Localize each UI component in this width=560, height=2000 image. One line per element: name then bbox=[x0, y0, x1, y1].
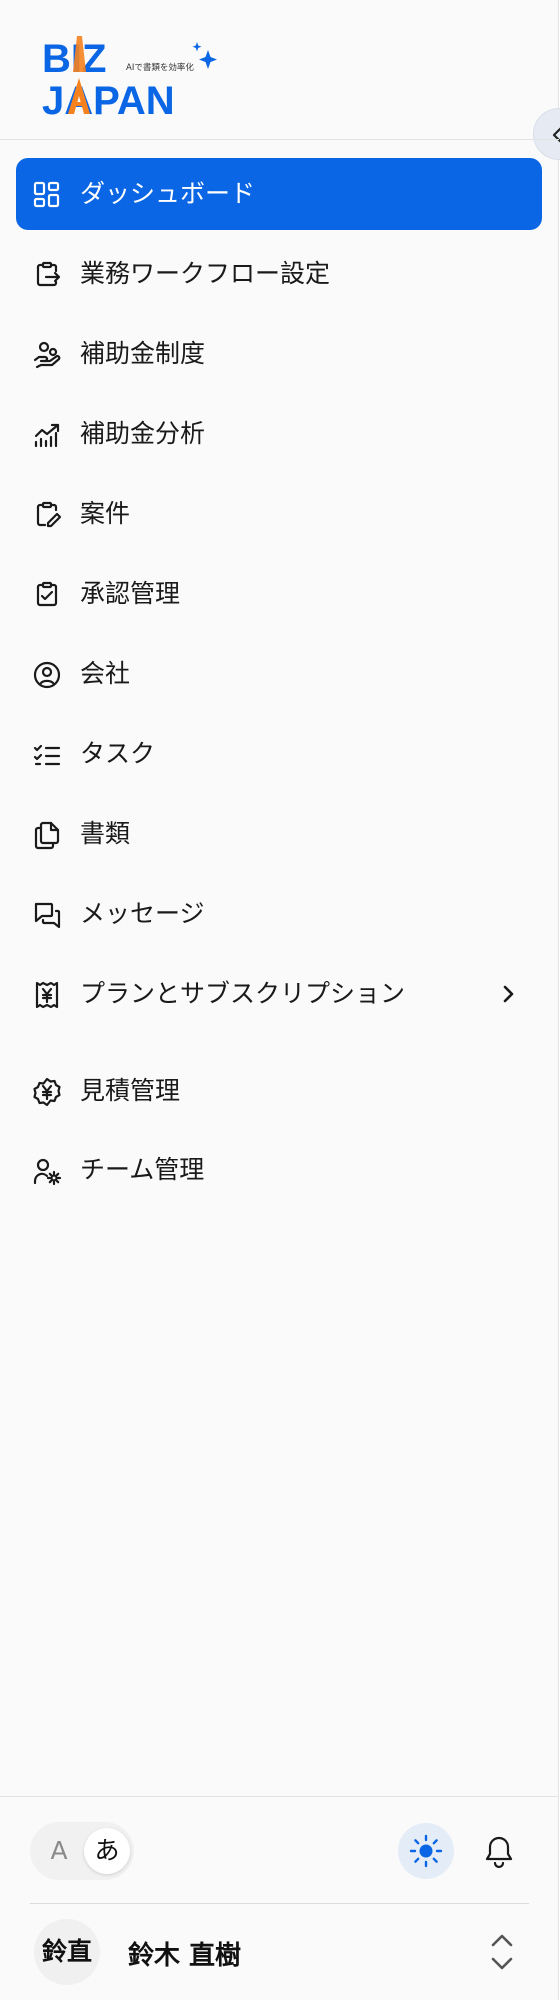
svg-text:BIZ: BIZ bbox=[42, 37, 106, 81]
chart-trend-icon bbox=[32, 420, 62, 450]
sidebar-item-subsidy-programs[interactable]: 補助金制度 bbox=[16, 318, 542, 390]
user-circle-icon bbox=[32, 660, 62, 690]
sidebar-item-label: 補助金制度 bbox=[80, 339, 206, 368]
clipboard-pencil-icon bbox=[32, 500, 62, 530]
sidebar-item-label: 見積管理 bbox=[80, 1076, 181, 1105]
header-divider bbox=[0, 139, 559, 140]
sidebar-item-label: タスク bbox=[80, 739, 156, 768]
avatar: 鈴直 bbox=[34, 1919, 100, 1985]
language-option-english[interactable]: A bbox=[36, 1828, 82, 1874]
chat-bubbles-icon bbox=[32, 900, 62, 930]
user-name: 鈴木 直樹 bbox=[128, 1941, 242, 1971]
sidebar-item-plans-subscriptions[interactable]: プランとサブスクリプション bbox=[16, 958, 542, 1030]
sidebar-collapse-button[interactable] bbox=[533, 108, 560, 160]
sidebar-item-label: 会社 bbox=[80, 659, 131, 688]
user-divider bbox=[30, 1903, 529, 1904]
clipboard-export-icon bbox=[32, 260, 62, 290]
sun-icon bbox=[409, 1834, 443, 1868]
sidebar-item-documents[interactable]: 書類 bbox=[16, 798, 542, 870]
clipboard-check-icon bbox=[32, 580, 62, 610]
sidebar-item-label: メッセージ bbox=[80, 899, 205, 928]
dashboard-grid-icon bbox=[32, 180, 62, 210]
chevron-left-icon bbox=[552, 127, 560, 143]
sidebar-item-label: 業務ワークフロー設定 bbox=[80, 259, 331, 288]
receipt-yen-icon bbox=[32, 980, 62, 1010]
sidebar-item-dashboard[interactable]: ダッシュボード bbox=[16, 158, 542, 230]
documents-icon bbox=[32, 820, 62, 850]
user-menu[interactable]: 鈴直 鈴木 直樹 bbox=[30, 1916, 529, 1986]
sidebar-item-team-management[interactable]: チーム管理 bbox=[16, 1134, 542, 1206]
bell-icon bbox=[485, 1836, 513, 1869]
language-toggle: A あ bbox=[30, 1822, 134, 1880]
sidebar-item-workflow-settings[interactable]: 業務ワークフロー設定 bbox=[16, 238, 542, 310]
svg-text:AIで書類を効率化: AIで書類を効率化 bbox=[126, 62, 194, 73]
sidebar-item-label: 書類 bbox=[80, 819, 131, 848]
chevron-up-down-icon[interactable] bbox=[488, 1930, 516, 1974]
brand-logo[interactable]: BIZ AIで書類を効率化 JAPAN bbox=[42, 34, 222, 120]
svg-text:JAPAN: JAPAN bbox=[42, 79, 175, 120]
sidebar-item-label: 承認管理 bbox=[80, 579, 181, 608]
checklist-icon bbox=[32, 740, 62, 770]
sidebar-item-cases[interactable]: 案件 bbox=[16, 478, 542, 550]
sidebar-item-messages[interactable]: メッセージ bbox=[16, 878, 542, 950]
yen-badge-icon bbox=[32, 1077, 62, 1107]
theme-toggle-button[interactable] bbox=[398, 1823, 454, 1879]
sidebar-item-label: 補助金分析 bbox=[80, 419, 206, 448]
sidebar-item-label: チーム管理 bbox=[80, 1155, 205, 1184]
sidebar: BIZ AIで書類を効率化 JAPAN ダッシュボード 業務ワークフロー設定 補… bbox=[0, 0, 560, 2000]
notifications-button[interactable] bbox=[470, 1823, 526, 1879]
sidebar-item-estimates[interactable]: 見積管理 bbox=[16, 1055, 542, 1127]
hand-coins-icon bbox=[32, 340, 62, 370]
sidebar-item-approvals[interactable]: 承認管理 bbox=[16, 558, 542, 630]
sidebar-item-subsidy-analysis[interactable]: 補助金分析 bbox=[16, 398, 542, 470]
sidebar-item-label: 案件 bbox=[80, 499, 131, 528]
language-option-japanese[interactable]: あ bbox=[84, 1828, 130, 1874]
sidebar-item-label: プランとサブスクリプション bbox=[80, 979, 406, 1008]
footer-divider bbox=[0, 1796, 559, 1797]
sidebar-item-label: ダッシュボード bbox=[80, 179, 256, 208]
sidebar-item-tasks[interactable]: タスク bbox=[16, 718, 542, 790]
user-gear-icon bbox=[32, 1156, 62, 1186]
biz-japan-logo-icon: BIZ AIで書類を効率化 JAPAN bbox=[42, 36, 217, 120]
sidebar-item-companies[interactable]: 会社 bbox=[16, 638, 542, 710]
chevron-right-icon[interactable] bbox=[496, 982, 520, 1006]
